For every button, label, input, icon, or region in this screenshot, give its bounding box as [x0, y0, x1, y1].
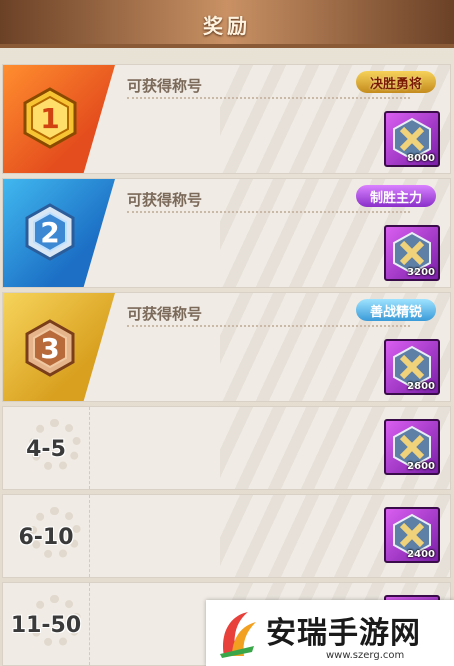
divider [127, 325, 410, 327]
header-title: 奖励 [203, 13, 251, 38]
reward-header: 奖励 [0, 0, 454, 48]
title-badge: 善战精锐 [355, 299, 436, 321]
reward-item[interactable]: 2800 [384, 339, 440, 395]
watermark: 安瑞手游网 www.szerg.com [206, 600, 454, 666]
rank-row-1: 1 可获得称号 决胜勇将 8000 [2, 64, 451, 174]
title-badge: 制胜主力 [355, 185, 436, 207]
reward-count: 2400 [407, 549, 435, 560]
rank-range: 11-50 [10, 613, 82, 638]
reward-count: 8000 [407, 153, 435, 164]
watermark-text: 安瑞手游网 [266, 616, 421, 651]
watermark-url: www.szerg.com [326, 650, 405, 661]
rank-row-6-10: 6-10 2400 [2, 494, 451, 578]
rank-panel: 4-5 [3, 407, 90, 489]
silver-medal-icon: 2 [21, 201, 79, 263]
rank-range: 4-5 [26, 437, 66, 462]
reward-count: 2600 [407, 461, 435, 472]
gold-medal-icon: 1 [21, 87, 79, 149]
title-label: 可获得称号 [127, 191, 203, 209]
title-badge: 决胜勇将 [355, 71, 436, 93]
rank-number: 2 [40, 215, 60, 249]
rank-row-4-5: 4-5 2600 [2, 406, 451, 490]
rank-panel: 6-10 [3, 495, 90, 577]
title-label: 可获得称号 [127, 77, 203, 95]
rank-number: 1 [40, 101, 60, 135]
rank-panel: 11-50 [3, 583, 90, 665]
divider [127, 97, 410, 99]
rank-row-3: 3 可获得称号 善战精锐 2800 [2, 292, 451, 402]
rank-row-2: 2 可获得称号 制胜主力 3200 [2, 178, 451, 288]
reward-item[interactable]: 3200 [384, 225, 440, 281]
rank-range: 6-10 [18, 525, 74, 550]
title-label: 可获得称号 [127, 305, 203, 323]
reward-panel: 奖励 1 可获得称号 决胜勇将 8000 2 可获得称号 制胜主力 3200 3… [0, 0, 454, 666]
bronze-medal-icon: 3 [21, 317, 79, 379]
divider [127, 211, 410, 213]
reward-count: 2800 [407, 381, 435, 392]
reward-item[interactable]: 8000 [384, 111, 440, 167]
site-logo-icon [220, 612, 256, 658]
reward-count: 3200 [407, 267, 435, 278]
rank-number: 3 [40, 331, 60, 365]
reward-item[interactable]: 2600 [384, 419, 440, 475]
reward-item[interactable]: 2400 [384, 507, 440, 563]
